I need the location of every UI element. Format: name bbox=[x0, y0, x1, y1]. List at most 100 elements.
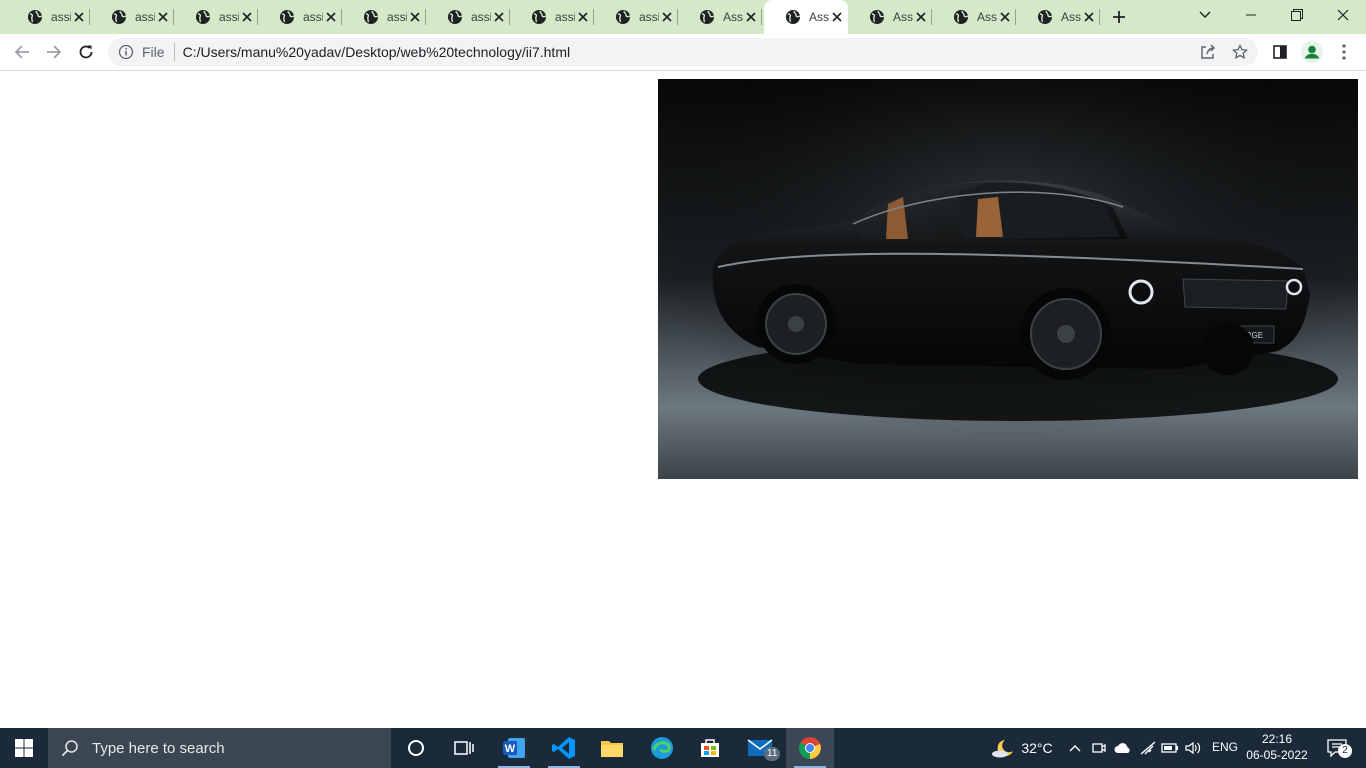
close-tab-icon[interactable] bbox=[407, 9, 423, 25]
browser-tab[interactable]: assi bbox=[510, 0, 594, 34]
weather-widget[interactable]: 32°C bbox=[986, 734, 1058, 762]
store-icon bbox=[701, 739, 719, 757]
minimize-button[interactable] bbox=[1228, 0, 1274, 30]
url-text[interactable]: C:/Users/manu%20yadav/Desktop/web%20tech… bbox=[183, 44, 571, 60]
store-app[interactable] bbox=[686, 728, 734, 768]
browser-tab[interactable]: assi bbox=[594, 0, 678, 34]
language-indicator[interactable]: ENG bbox=[1212, 740, 1238, 754]
close-window-button[interactable] bbox=[1320, 0, 1366, 30]
tray-overflow-button[interactable] bbox=[1066, 738, 1084, 758]
menu-button[interactable] bbox=[1334, 42, 1354, 62]
globe-icon bbox=[786, 10, 801, 24]
side-panel-button[interactable] bbox=[1268, 42, 1292, 62]
weather-temp: 32°C bbox=[1021, 740, 1053, 756]
close-tab-icon[interactable] bbox=[491, 9, 507, 25]
close-tab-icon[interactable] bbox=[575, 9, 591, 25]
back-button[interactable] bbox=[8, 38, 36, 66]
volume-icon[interactable] bbox=[1183, 738, 1203, 758]
kebab-menu-icon bbox=[1342, 44, 1346, 60]
mail-app[interactable]: 11 bbox=[736, 728, 784, 768]
notification-center-button[interactable]: 2 bbox=[1320, 734, 1354, 762]
close-tab-icon[interactable] bbox=[71, 9, 87, 25]
globe-icon bbox=[28, 10, 43, 24]
close-tab-icon[interactable] bbox=[997, 9, 1013, 25]
close-tab-icon[interactable] bbox=[829, 9, 845, 25]
tab-title: Ass bbox=[893, 10, 913, 24]
close-tab-icon[interactable] bbox=[323, 9, 339, 25]
word-app[interactable]: W bbox=[490, 728, 538, 768]
site-scheme-label[interactable]: File bbox=[142, 44, 165, 60]
meet-now-icon[interactable] bbox=[1090, 738, 1108, 758]
browser-tab[interactable]: Ass bbox=[678, 0, 762, 34]
file-explorer-app[interactable] bbox=[588, 728, 636, 768]
address-bar[interactable]: File C:/Users/manu%20yadav/Desktop/web%2… bbox=[108, 38, 1258, 66]
clock[interactable]: 22:16 06-05-2022 bbox=[1246, 731, 1308, 765]
new-tab-button[interactable] bbox=[1107, 5, 1131, 29]
tab-title: assi bbox=[303, 10, 323, 24]
mail-badge: 11 bbox=[764, 747, 781, 761]
taskbar-search[interactable]: Type here to search bbox=[48, 728, 391, 768]
clock-date: 06-05-2022 bbox=[1246, 748, 1308, 762]
reload-icon bbox=[79, 45, 93, 59]
star-icon bbox=[1232, 44, 1248, 60]
front-wheel bbox=[1020, 288, 1112, 380]
wifi-icon[interactable] bbox=[1138, 738, 1158, 758]
browser-tab[interactable]: Ass bbox=[1016, 0, 1100, 34]
browser-tab[interactable]: Ass bbox=[932, 0, 1016, 34]
browser-tab[interactable]: Ass bbox=[764, 0, 848, 34]
browser-tab[interactable]: assi bbox=[426, 0, 510, 34]
plus-icon bbox=[1113, 11, 1125, 23]
globe-icon bbox=[280, 10, 295, 24]
edge-app[interactable] bbox=[638, 728, 686, 768]
cortana-icon bbox=[408, 740, 424, 756]
onedrive-icon[interactable] bbox=[1112, 738, 1134, 758]
vscode-app[interactable] bbox=[540, 728, 588, 768]
windows-taskbar: Type here to search W 11 32°C ENG 22:16 … bbox=[0, 728, 1366, 768]
battery-icon[interactable] bbox=[1160, 738, 1180, 758]
forward-button[interactable] bbox=[40, 38, 68, 66]
browser-tab[interactable]: assi bbox=[174, 0, 258, 34]
globe-icon bbox=[196, 10, 211, 24]
browser-tab[interactable]: assi bbox=[258, 0, 342, 34]
info-icon[interactable] bbox=[118, 44, 134, 60]
globe-icon bbox=[448, 10, 463, 24]
chrome-icon bbox=[799, 737, 821, 759]
close-tab-icon[interactable] bbox=[155, 9, 171, 25]
tab-title: Ass bbox=[723, 10, 743, 24]
minimize-icon bbox=[1246, 14, 1256, 16]
task-view-button[interactable] bbox=[440, 728, 488, 768]
close-tab-icon[interactable] bbox=[659, 9, 675, 25]
globe-icon bbox=[954, 10, 969, 24]
chevron-down-icon bbox=[1199, 11, 1211, 18]
browser-tab[interactable]: assi bbox=[342, 0, 426, 34]
globe-icon bbox=[532, 10, 547, 24]
tab-separator bbox=[761, 9, 762, 25]
profile-button[interactable] bbox=[1300, 40, 1324, 64]
close-tab-icon[interactable] bbox=[239, 9, 255, 25]
close-tab-icon[interactable] bbox=[913, 9, 929, 25]
globe-icon bbox=[616, 10, 631, 24]
browser-tab[interactable]: assi bbox=[6, 0, 90, 34]
search-icon bbox=[61, 740, 78, 757]
close-tab-icon[interactable] bbox=[743, 9, 759, 25]
close-icon bbox=[1337, 9, 1349, 21]
tab-strip: assi assi assi assi assi assi assi assi Ass Ass As… bbox=[0, 0, 1366, 34]
bookmark-button[interactable] bbox=[1228, 42, 1252, 62]
tab-separator bbox=[1099, 9, 1100, 25]
share-button[interactable] bbox=[1196, 42, 1220, 62]
page-content: CHARGE bbox=[0, 71, 1366, 728]
restore-button[interactable] bbox=[1274, 0, 1320, 30]
browser-tab[interactable]: Ass bbox=[848, 0, 932, 34]
reload-button[interactable] bbox=[72, 38, 100, 66]
tab-title: assi bbox=[555, 10, 575, 24]
start-button[interactable] bbox=[0, 728, 48, 768]
tab-title: assi bbox=[639, 10, 659, 24]
cortana-button[interactable] bbox=[392, 728, 440, 768]
chrome-app[interactable] bbox=[786, 728, 834, 768]
restore-icon bbox=[1291, 9, 1303, 21]
close-tab-icon[interactable] bbox=[1081, 9, 1097, 25]
browser-tab[interactable]: assi bbox=[90, 0, 174, 34]
tab-search-button[interactable] bbox=[1194, 5, 1216, 25]
svg-text:W: W bbox=[505, 743, 516, 755]
windows-logo-icon bbox=[15, 739, 33, 757]
